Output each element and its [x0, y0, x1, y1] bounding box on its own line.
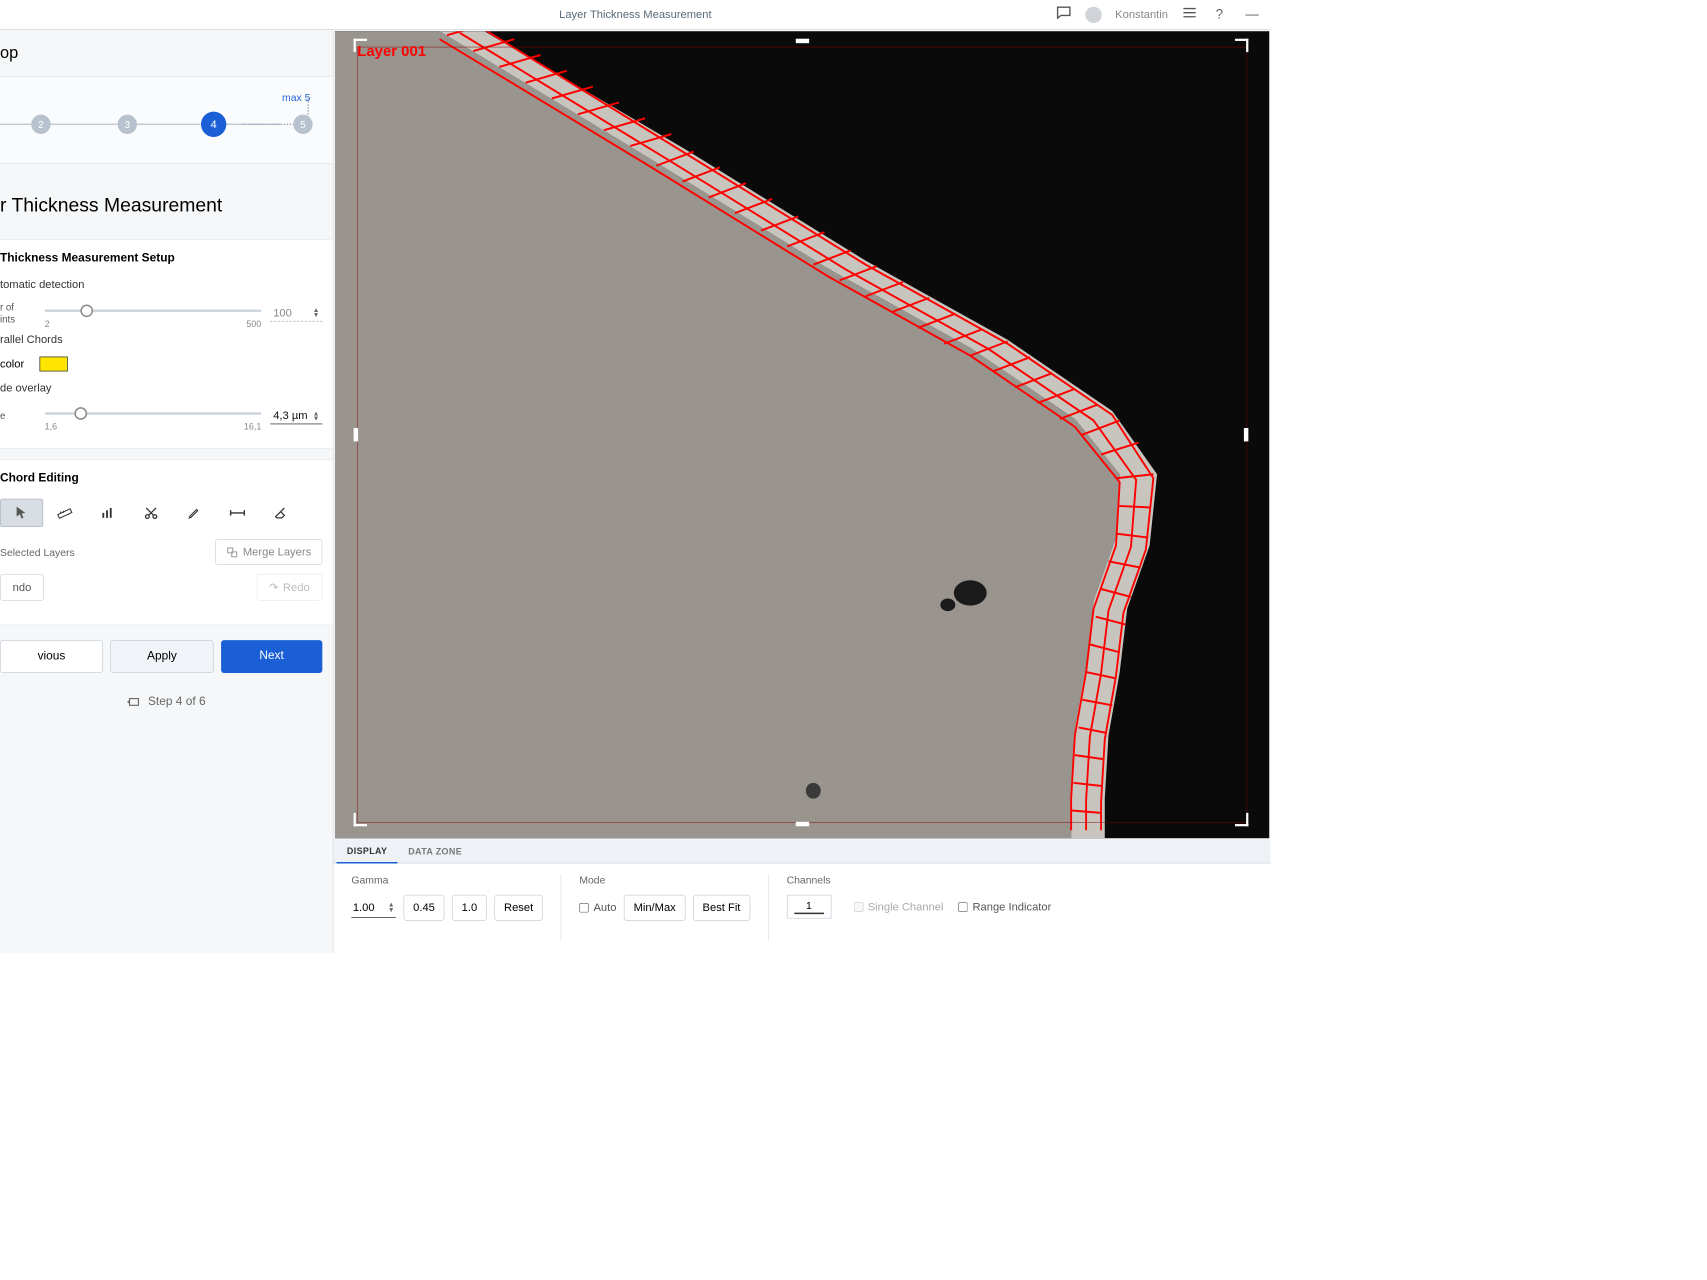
setup-header: Thickness Measurement Setup [0, 252, 322, 265]
setup-panel: Thickness Measurement Setup tomatic dete… [0, 239, 333, 449]
gamma-10-button[interactable]: 1.0 [452, 895, 487, 921]
crop-tr[interactable] [1235, 39, 1248, 52]
bottom-panel: Gamma 1.00▲▼ 0.45 1.0 Reset Mode Auto Mi… [333, 864, 1270, 953]
user-name: Konstantin [1115, 8, 1168, 21]
step-5[interactable]: 5 [293, 115, 312, 134]
help-icon[interactable]: ? [1211, 7, 1227, 23]
previous-button[interactable]: vious [0, 640, 103, 673]
avatar-icon[interactable] [1085, 6, 1101, 22]
app-title: Layer Thickness Measurement [559, 8, 711, 21]
next-button[interactable]: Next [221, 640, 322, 673]
undo-button[interactable]: ndo [0, 574, 44, 601]
channels-label: Channels [787, 874, 1052, 886]
auto-detect-row[interactable]: tomatic detection [0, 278, 322, 291]
crop-br[interactable] [1235, 813, 1248, 826]
e-value[interactable]: 4,3 µm▲▼ [270, 408, 322, 424]
tool-ruler[interactable] [43, 499, 86, 527]
apply-button[interactable]: Apply [110, 640, 213, 673]
crop-mr[interactable] [1244, 428, 1248, 441]
gamma-045-button[interactable]: 0.45 [403, 895, 444, 921]
tool-chart[interactable] [86, 499, 129, 527]
editing-panel: Chord Editing Selected Layers Merge Laye… [0, 459, 333, 625]
step-4[interactable]: 4 [201, 112, 226, 137]
merge-icon [227, 546, 239, 558]
channel-value[interactable]: 1 [787, 895, 832, 919]
mode-auto-check[interactable]: Auto [579, 901, 616, 914]
num-points-slider[interactable]: 2500 [45, 302, 262, 324]
gamma-value[interactable]: 1.00▲▼ [351, 898, 396, 917]
section-title: r Thickness Measurement [0, 164, 333, 239]
mode-minmax-button[interactable]: Min/Max [624, 895, 686, 921]
crop-tm[interactable] [795, 39, 808, 43]
loop-icon [127, 695, 140, 708]
stepper-max: max 5 [0, 92, 318, 104]
color-swatch[interactable] [39, 357, 67, 372]
tool-edit[interactable] [173, 499, 216, 527]
crop-bm[interactable] [795, 822, 808, 826]
redo-button: ↷ Redo [256, 574, 322, 601]
layer-label: Layer 001 [357, 43, 426, 60]
crop-bl[interactable] [354, 813, 367, 826]
bottom-tabs: DISPLAY DATA ZONE [333, 840, 1270, 864]
crop-tl[interactable] [354, 39, 367, 52]
step-indicator: Step 4 of 6 [0, 695, 333, 708]
editing-header: Chord Editing [0, 472, 322, 485]
nav-buttons: vious Apply Next [0, 640, 333, 673]
selected-layers-label: Selected Layers [0, 546, 75, 558]
step-3[interactable]: 3 [118, 115, 137, 134]
sidebar: op max 5 2 3 4 5 r Thickness Measurement… [0, 30, 333, 953]
chord-color-row[interactable]: color [0, 357, 322, 372]
image-viewer[interactable]: Layer 001 [335, 31, 1269, 838]
range-indicator-check[interactable]: Range Indicator [958, 900, 1051, 913]
gamma-label: Gamma [351, 874, 542, 886]
mode-label: Mode [579, 874, 750, 886]
hide-overlay-row[interactable]: de overlay [0, 382, 322, 395]
e-label: e [0, 410, 36, 422]
tab-datazone[interactable]: DATA ZONE [398, 840, 473, 862]
tool-cut[interactable] [130, 499, 173, 527]
num-points-value[interactable]: 100▲▼ [270, 305, 322, 321]
titlebar: Layer Thickness Measurement Konstantin ?… [0, 0, 1271, 30]
minimize-icon[interactable]: — [1241, 7, 1263, 23]
num-points-label: r of ints [0, 301, 36, 324]
canvas-area: Layer 001 DISPLAY DATA ZONE Gamma 1.00▲▼… [333, 30, 1270, 953]
parallel-chords-row[interactable]: rallel Chords [0, 334, 322, 347]
comment-icon[interactable] [1056, 4, 1072, 24]
menu-icon[interactable] [1181, 4, 1197, 24]
chord-toolbar [0, 499, 322, 527]
tool-select[interactable] [0, 499, 43, 527]
loop-label: op [0, 43, 333, 76]
tool-measure[interactable] [216, 499, 259, 527]
crop-ml[interactable] [354, 428, 358, 441]
e-slider[interactable]: 1,616,1 [45, 405, 262, 427]
tool-erase[interactable] [259, 499, 302, 527]
single-channel-check[interactable]: Single Channel [854, 900, 944, 913]
merge-layers-button[interactable]: Merge Layers [215, 539, 322, 565]
mode-bestfit-button[interactable]: Best Fit [693, 895, 750, 921]
step-2[interactable]: 2 [31, 115, 50, 134]
tab-display[interactable]: DISPLAY [336, 839, 397, 863]
gamma-reset-button[interactable]: Reset [494, 895, 543, 921]
stepper: max 5 2 3 4 5 [0, 76, 333, 164]
